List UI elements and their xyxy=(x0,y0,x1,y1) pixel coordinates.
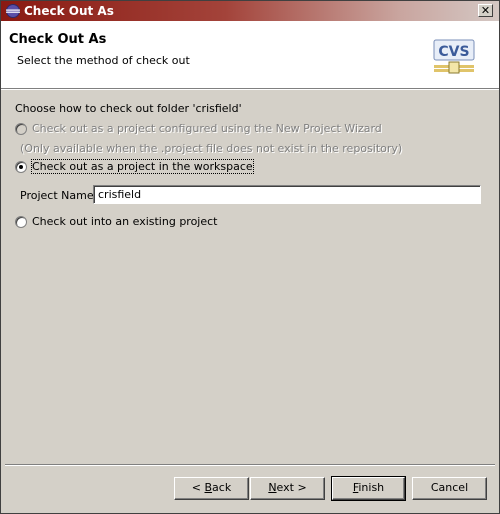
title-bar[interactable]: Check Out As ✕ xyxy=(1,1,499,21)
back-button[interactable]: < Back xyxy=(174,477,249,500)
cvs-logo-text: CVS xyxy=(438,44,469,60)
option-label[interactable]: Check out into an existing project xyxy=(32,215,218,228)
footer-separator-highlight xyxy=(5,465,495,466)
page-description: Select the method of check out xyxy=(17,54,190,67)
close-button[interactable]: ✕ xyxy=(478,4,493,17)
radio-new-project-wizard xyxy=(15,123,27,135)
radio-existing-project[interactable] xyxy=(15,216,27,228)
cvs-logo-icon: CVS xyxy=(433,39,475,74)
back-mnemonic: B xyxy=(204,481,213,494)
finish-button[interactable]: Finish xyxy=(331,476,406,501)
back-rest: ack xyxy=(212,481,232,494)
project-name-input[interactable] xyxy=(93,185,481,204)
finish-rest: inish xyxy=(358,481,385,494)
next-mnemonic: N xyxy=(268,481,277,494)
availability-note: (Only available when the .project file d… xyxy=(20,142,403,155)
cancel-button[interactable]: Cancel xyxy=(412,477,487,500)
option-label[interactable]: Check out as a project in the workspace xyxy=(31,159,254,174)
check-out-dialog: Check Out As ✕ Check Out As Select the m… xyxy=(0,0,500,514)
close-icon: ✕ xyxy=(480,4,491,17)
header-separator xyxy=(1,89,499,90)
wizard-header: Check Out As Select the method of check … xyxy=(1,21,499,89)
group-label: Choose how to check out folder 'crisfiel… xyxy=(15,102,242,115)
option-label: Check out as a project configured using … xyxy=(32,122,382,135)
eclipse-icon xyxy=(6,4,20,18)
next-button[interactable]: Next > xyxy=(250,477,325,500)
radio-project-in-workspace[interactable] xyxy=(15,161,27,173)
radio-selected-dot xyxy=(19,165,23,169)
page-title: Check Out As xyxy=(9,32,107,47)
project-name-label: Project Name: xyxy=(20,189,98,202)
back-prefix: < xyxy=(191,481,205,494)
next-rest: ext > xyxy=(276,481,307,494)
window-title: Check Out As xyxy=(24,4,114,18)
